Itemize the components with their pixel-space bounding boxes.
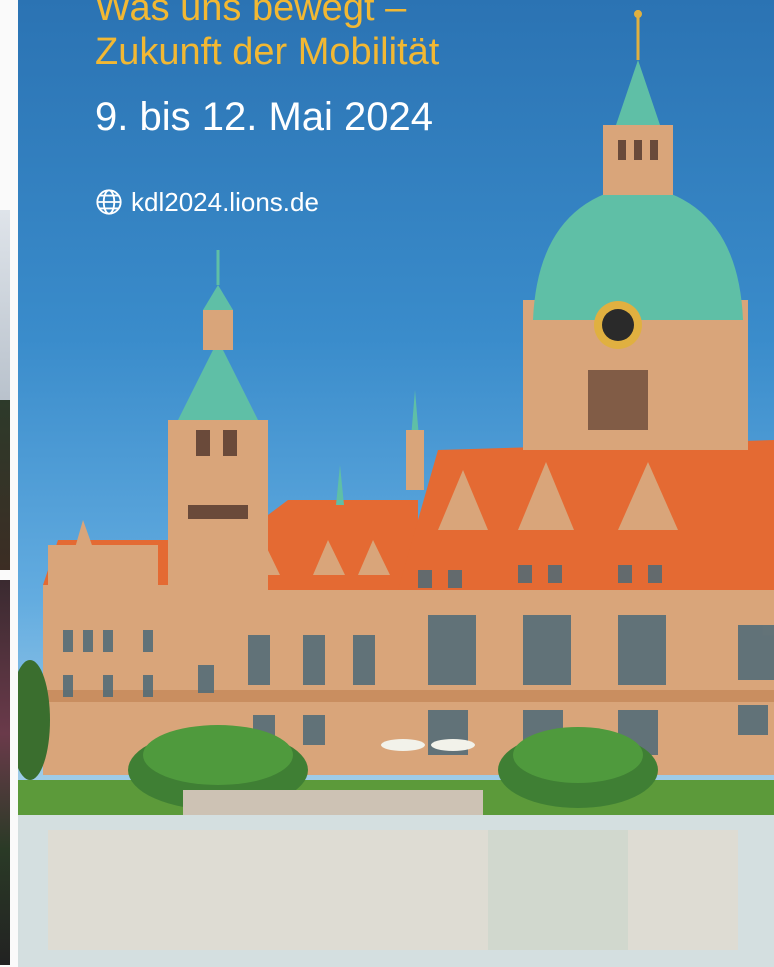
title-line-1: Was uns bewegt – [95, 0, 407, 29]
dome [533, 185, 743, 320]
website-label: kdl2024.lions.de [131, 187, 319, 217]
neighbor-panel-edge [0, 0, 18, 967]
poster-title: Was uns bewegt – Zukunft der Mobilität [95, 0, 439, 74]
website-link[interactable]: kdl2024.lions.de [95, 186, 319, 218]
event-dates: 9. bis 12. Mai 2024 [95, 95, 433, 139]
neighbor-image-top [0, 210, 10, 400]
left-tower [168, 420, 268, 620]
steps [183, 790, 483, 815]
neighbor-image-middle [0, 400, 10, 570]
title-line-2: Zukunft der Mobilität [95, 31, 440, 73]
event-poster: Was uns bewegt – Zukunft der Mobilität 9… [18, 0, 774, 967]
globe-icon [96, 189, 122, 215]
town-hall-illustration [18, 10, 774, 967]
neighbor-image-bottom [0, 580, 10, 965]
